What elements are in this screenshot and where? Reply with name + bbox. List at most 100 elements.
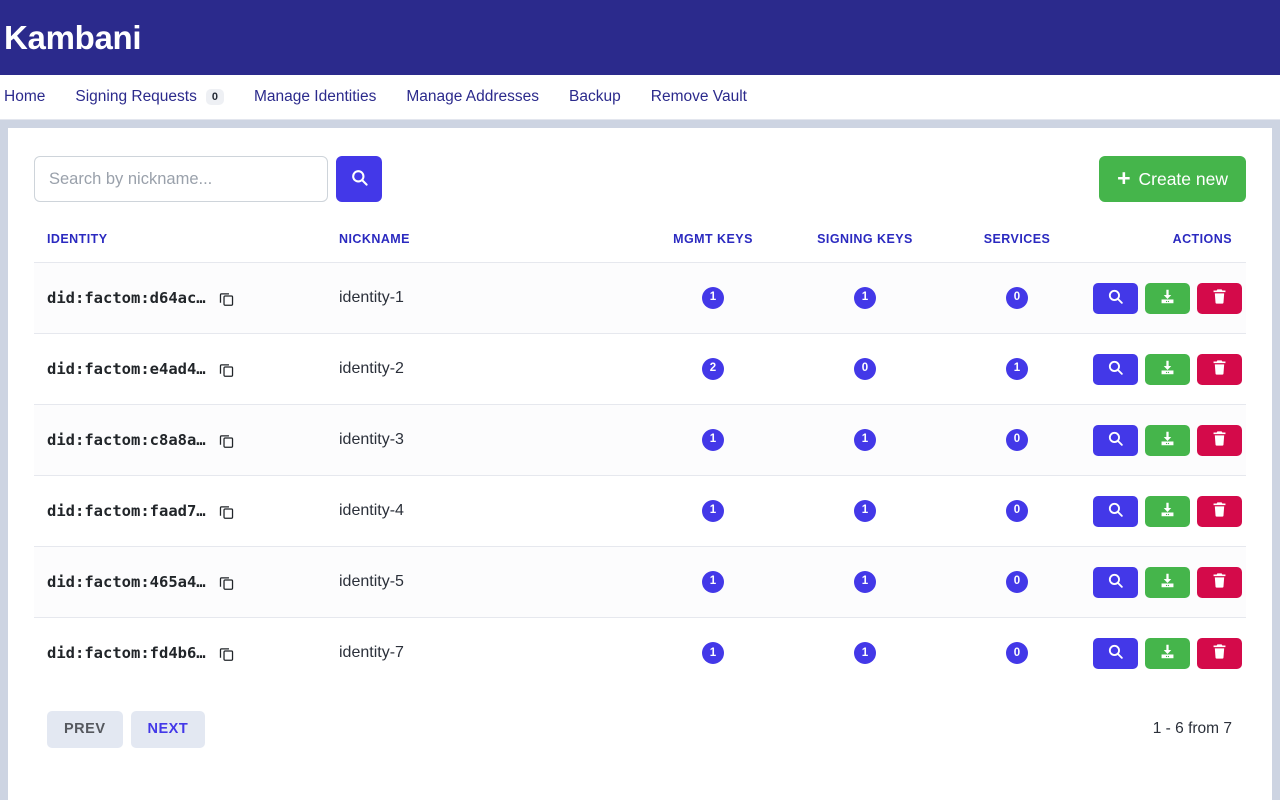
pagination-controls: PREV NEXT <box>47 710 206 748</box>
cell-signing-keys: 0 <box>789 334 941 405</box>
cell-services: 0 <box>941 547 1093 618</box>
table-footer: PREV NEXT 1 - 6 from 7 <box>34 689 1246 748</box>
cell-mgmt-keys: 1 <box>637 547 789 618</box>
identity-did-text: did:factom:e4ad4… <box>47 360 206 378</box>
services-badge: 0 <box>1006 642 1028 665</box>
table-row: did:factom:d64ac… identity-1 1 1 0 <box>34 262 1246 334</box>
cell-nickname: identity-4 <box>339 502 404 519</box>
nav-item-manage-addresses[interactable]: Manage Addresses <box>391 88 554 106</box>
delete-identity-button[interactable] <box>1197 282 1242 314</box>
identity-did-text: did:factom:c8a8a… <box>47 431 206 449</box>
toolbar: + Create new <box>34 156 1246 210</box>
cell-mgmt-keys: 1 <box>637 476 789 547</box>
view-identity-button[interactable] <box>1093 495 1138 527</box>
create-new-button[interactable]: + Create new <box>1099 156 1246 202</box>
column-header-actions: ACTIONS <box>1172 232 1232 246</box>
mgmt-keys-badge: 1 <box>702 429 724 451</box>
view-identity-button[interactable] <box>1093 282 1138 314</box>
services-badge: 0 <box>1006 571 1028 593</box>
signing-keys-badge: 1 <box>854 642 876 665</box>
trash-icon <box>1211 501 1228 521</box>
delete-identity-button[interactable] <box>1197 424 1242 456</box>
cell-actions <box>1093 405 1246 476</box>
prev-page-button[interactable]: PREV <box>47 710 123 748</box>
nav-item-home[interactable]: Home <box>4 88 60 106</box>
cell-nickname: identity-2 <box>339 360 404 377</box>
copy-icon[interactable] <box>218 574 235 591</box>
nav-item-label: Manage Identities <box>253 88 377 105</box>
nav-item-remove-vault[interactable]: Remove Vault <box>636 88 762 106</box>
search-icon <box>1107 288 1124 308</box>
trash-icon <box>1211 643 1228 663</box>
nav-item-backup[interactable]: Backup <box>554 88 636 106</box>
identities-table: IDENTITY NICKNAME MGMT KEYS SIGNING KEYS… <box>34 210 1246 689</box>
copy-icon[interactable] <box>218 290 235 307</box>
view-identity-button[interactable] <box>1093 353 1138 385</box>
view-identity-button[interactable] <box>1093 424 1138 456</box>
signing-keys-badge: 1 <box>854 287 876 309</box>
cell-signing-keys: 1 <box>789 476 941 547</box>
main-navigation: Home Signing Requests 0 Manage Identitie… <box>0 75 1280 120</box>
search-icon <box>1107 643 1124 663</box>
nav-item-manage-identities[interactable]: Manage Identities <box>239 88 391 106</box>
copy-icon[interactable] <box>218 361 235 378</box>
column-header-signing-keys: SIGNING KEYS <box>817 232 913 246</box>
trash-icon <box>1211 288 1228 308</box>
plus-icon: + <box>1117 164 1131 191</box>
search-input[interactable] <box>34 156 328 202</box>
copy-icon[interactable] <box>218 645 235 662</box>
download-identity-button[interactable] <box>1145 566 1190 598</box>
cell-actions <box>1093 263 1246 334</box>
cell-nickname: identity-7 <box>339 644 404 662</box>
cell-nickname: identity-1 <box>339 289 404 306</box>
view-identity-button[interactable] <box>1093 566 1138 598</box>
mgmt-keys-badge: 2 <box>702 358 724 380</box>
delete-identity-button[interactable] <box>1197 353 1242 385</box>
download-identity-button[interactable] <box>1145 282 1190 314</box>
cell-identity: did:factom:465a4… <box>34 547 339 618</box>
download-identity-button[interactable] <box>1145 495 1190 527</box>
cell-signing-keys: 1 <box>789 405 941 476</box>
trash-icon <box>1211 430 1228 450</box>
cell-services: 0 <box>941 618 1093 689</box>
copy-icon[interactable] <box>218 432 235 449</box>
search-icon <box>1107 501 1124 521</box>
cell-mgmt-keys: 2 <box>637 334 789 405</box>
copy-icon[interactable] <box>218 503 235 520</box>
nav-item-label: Home <box>4 88 46 105</box>
nav-item-signing-requests[interactable]: Signing Requests 0 <box>60 88 239 106</box>
table-row: did:factom:c8a8a… identity-3 1 1 0 <box>34 404 1246 476</box>
mgmt-keys-badge: 1 <box>702 287 724 309</box>
cell-mgmt-keys: 1 <box>637 263 789 334</box>
page-background: + Create new IDENTITY NICKNAME MGMT KEYS… <box>0 120 1280 800</box>
cell-actions <box>1093 334 1246 405</box>
table-row: did:factom:465a4… identity-5 1 1 0 <box>34 546 1246 618</box>
delete-identity-button[interactable] <box>1197 495 1242 527</box>
cell-actions <box>1093 547 1246 618</box>
nav-item-label: Remove Vault <box>650 88 747 105</box>
download-icon <box>1159 572 1176 592</box>
table-row: did:factom:faad7… identity-4 1 1 0 <box>34 475 1246 547</box>
next-page-button[interactable]: NEXT <box>130 710 206 748</box>
download-identity-button[interactable] <box>1145 424 1190 456</box>
identity-did-text: did:factom:fd4b6… <box>47 644 206 663</box>
delete-identity-button[interactable] <box>1197 566 1242 598</box>
view-identity-button[interactable] <box>1093 637 1138 669</box>
cell-services: 1 <box>941 334 1093 405</box>
cell-identity: did:factom:faad7… <box>34 476 339 547</box>
table-header: IDENTITY NICKNAME MGMT KEYS SIGNING KEYS… <box>34 210 1246 263</box>
column-header-nickname: NICKNAME <box>339 232 410 246</box>
services-badge: 0 <box>1006 287 1028 309</box>
download-identity-button[interactable] <box>1145 637 1190 669</box>
download-identity-button[interactable] <box>1145 353 1190 385</box>
app-title: Kambani <box>4 18 142 56</box>
delete-identity-button[interactable] <box>1197 637 1242 669</box>
cell-services: 0 <box>941 476 1093 547</box>
identity-did-text: did:factom:faad7… <box>47 502 206 520</box>
cell-identity: did:factom:e4ad4… <box>34 334 339 405</box>
search-button[interactable] <box>336 156 382 202</box>
mgmt-keys-badge: 1 <box>702 500 724 522</box>
signing-keys-badge: 1 <box>854 500 876 522</box>
trash-icon <box>1211 572 1228 592</box>
cell-mgmt-keys: 1 <box>637 405 789 476</box>
